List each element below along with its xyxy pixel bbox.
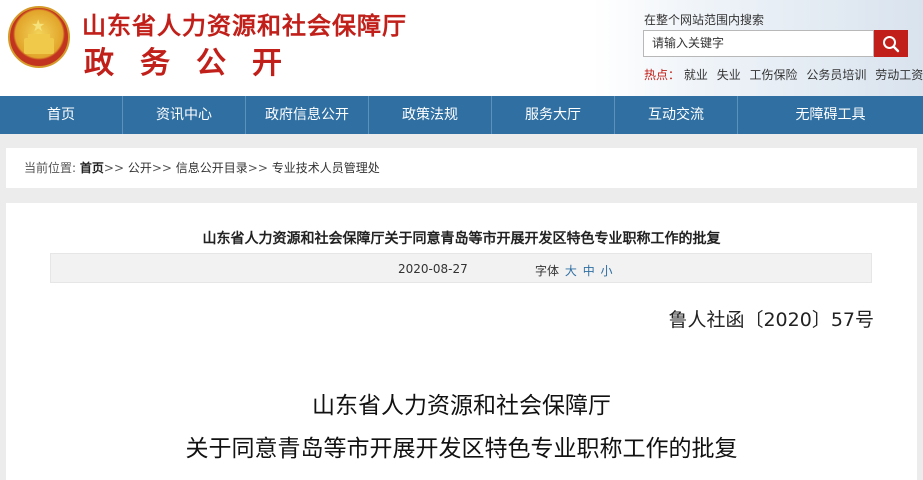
nav-item-interaction[interactable]: 互动交流 [615,96,738,134]
article-meta-bar: 2020-08-27 字体 大 中 小 [50,253,872,283]
national-emblem-logo: ★ [8,6,70,68]
nav-item-home[interactable]: 首页 [0,96,123,134]
breadcrumb: 当前位置: 首页>> 公开>> 信息公开目录>> 专业技术人员管理处 [6,148,917,188]
hot-keyword-link[interactable]: 工伤保险 [750,68,798,82]
font-size-controls: 字体 大 中 小 [535,262,613,279]
breadcrumb-public[interactable]: 公开 [128,161,152,175]
nav-item-policy[interactable]: 政策法规 [369,96,492,134]
main-nav: 首页 资讯中心 政府信息公开 政策法规 服务大厅 互动交流 无障碍工具 [0,96,923,134]
hot-keyword-link[interactable]: 就业 [684,68,708,82]
hot-keyword-link[interactable]: 公务员培训 [806,68,866,82]
document-number: 鲁人社函〔2020〕57号 [668,309,874,331]
font-size-large[interactable]: 大 [565,264,577,278]
hot-keyword-link[interactable]: 失业 [717,68,741,82]
search-input[interactable]: 请输入关键字 [643,30,874,57]
document-heading-line1: 山东省人力资源和社会保障厅 [312,393,611,419]
breadcrumb-separator: >> [247,161,268,175]
breadcrumb-separator: >> [103,161,124,175]
site-title: 山东省人力资源和社会保障厅 [82,11,407,40]
search-button[interactable] [874,30,908,57]
hot-keyword-link[interactable]: 劳动工资 [875,68,923,82]
breadcrumb-department[interactable]: 专业技术人员管理处 [272,161,380,175]
article-title: 山东省人力资源和社会保障厅关于同意青岛等市开展开发区特色专业职称工作的批复 [202,231,721,247]
nav-item-service[interactable]: 服务大厅 [492,96,615,134]
site-header: ★ 山东省人力资源和社会保障厅 政务公开 在整个网站范围内搜索 请输入关键字 热… [0,0,923,96]
breadcrumb-home[interactable]: 首页 [80,161,104,175]
hot-keywords: 热点： 就业 失业 工伤保险 公务员培训 劳动工资 [644,66,923,83]
font-size-medium[interactable]: 中 [583,264,595,278]
breadcrumb-catalog[interactable]: 信息公开目录 [176,161,248,175]
site-subtitle: 政务公开 [84,46,308,81]
nav-item-news[interactable]: 资讯中心 [123,96,246,134]
font-size-small[interactable]: 小 [601,264,613,278]
search-icon [883,35,900,52]
font-size-label: 字体 [535,264,560,278]
article-panel: 山东省人力资源和社会保障厅关于同意青岛等市开展开发区特色专业职称工作的批复 20… [6,203,917,480]
hot-label: 热点： [644,68,681,82]
nav-item-gov-info[interactable]: 政府信息公开 [246,96,369,134]
breadcrumb-prefix: 当前位置: [24,161,77,175]
star-icon: ★ [31,16,46,35]
search-label: 在整个网站范围内搜索 [644,13,765,27]
article-date: 2020-08-27 [398,262,468,276]
breadcrumb-separator: >> [151,161,172,175]
document-heading-line2: 关于同意青岛等市开展开发区特色专业职称工作的批复 [185,436,738,462]
gate-icon [24,34,54,54]
nav-item-accessibility[interactable]: 无障碍工具 [738,96,923,134]
